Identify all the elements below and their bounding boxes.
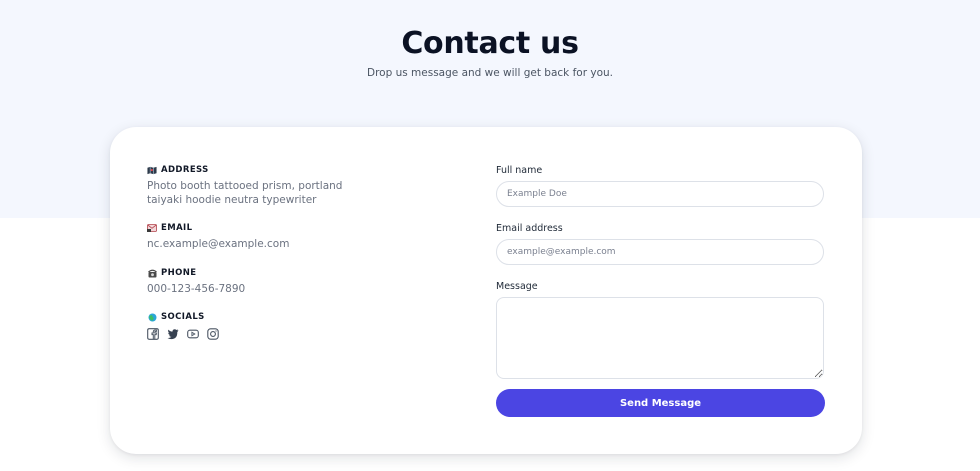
email-text: nc.example@example.com (147, 238, 290, 250)
youtube-icon[interactable] (187, 328, 199, 340)
social-links (147, 328, 219, 340)
phone-label: PHONE (161, 268, 197, 278)
facebook-icon[interactable] (147, 328, 159, 340)
address-heading: ADDRESS (147, 165, 377, 175)
message-group: Message (496, 281, 824, 383)
contact-card: ADDRESS Photo booth tattooed prism, port… (110, 127, 862, 454)
email-address-label: Email address (496, 223, 563, 234)
message-textarea[interactable] (496, 297, 824, 379)
message-label: Message (496, 281, 538, 292)
page-title: Contact us (401, 26, 579, 61)
globe-icon (147, 312, 157, 322)
socials-heading: SOCIALS (147, 312, 219, 322)
contact-form: Full name Email address Message (496, 165, 824, 383)
socials-label: SOCIALS (161, 312, 205, 322)
socials-block: SOCIALS (147, 312, 219, 340)
full-name-input[interactable] (496, 181, 824, 207)
email-heading: EMAIL (147, 223, 377, 233)
send-message-button[interactable]: Send Message (496, 389, 825, 417)
email-block: EMAIL nc.example@example.com (147, 223, 377, 251)
full-name-group: Full name (496, 165, 824, 207)
address-text: Photo booth tattooed prism, portland tai… (147, 180, 343, 206)
email-group: Email address (496, 223, 824, 265)
phone-text: 000-123-456-7890 (147, 283, 246, 295)
email-label: EMAIL (161, 223, 193, 233)
phone-heading: PHONE (147, 268, 377, 278)
address-label: ADDRESS (161, 165, 209, 175)
email-address-input[interactable] (496, 239, 824, 265)
full-name-label: Full name (496, 165, 543, 176)
twitter-icon[interactable] (167, 328, 179, 340)
phone-icon (147, 268, 157, 278)
envelope-icon (147, 223, 157, 233)
address-block: ADDRESS Photo booth tattooed prism, port… (147, 165, 377, 207)
instagram-icon[interactable] (207, 328, 219, 340)
page-subtitle: Drop us message and we will get back for… (366, 67, 614, 79)
map-icon (147, 165, 157, 175)
phone-block: PHONE 000-123-456-7890 (147, 268, 377, 296)
